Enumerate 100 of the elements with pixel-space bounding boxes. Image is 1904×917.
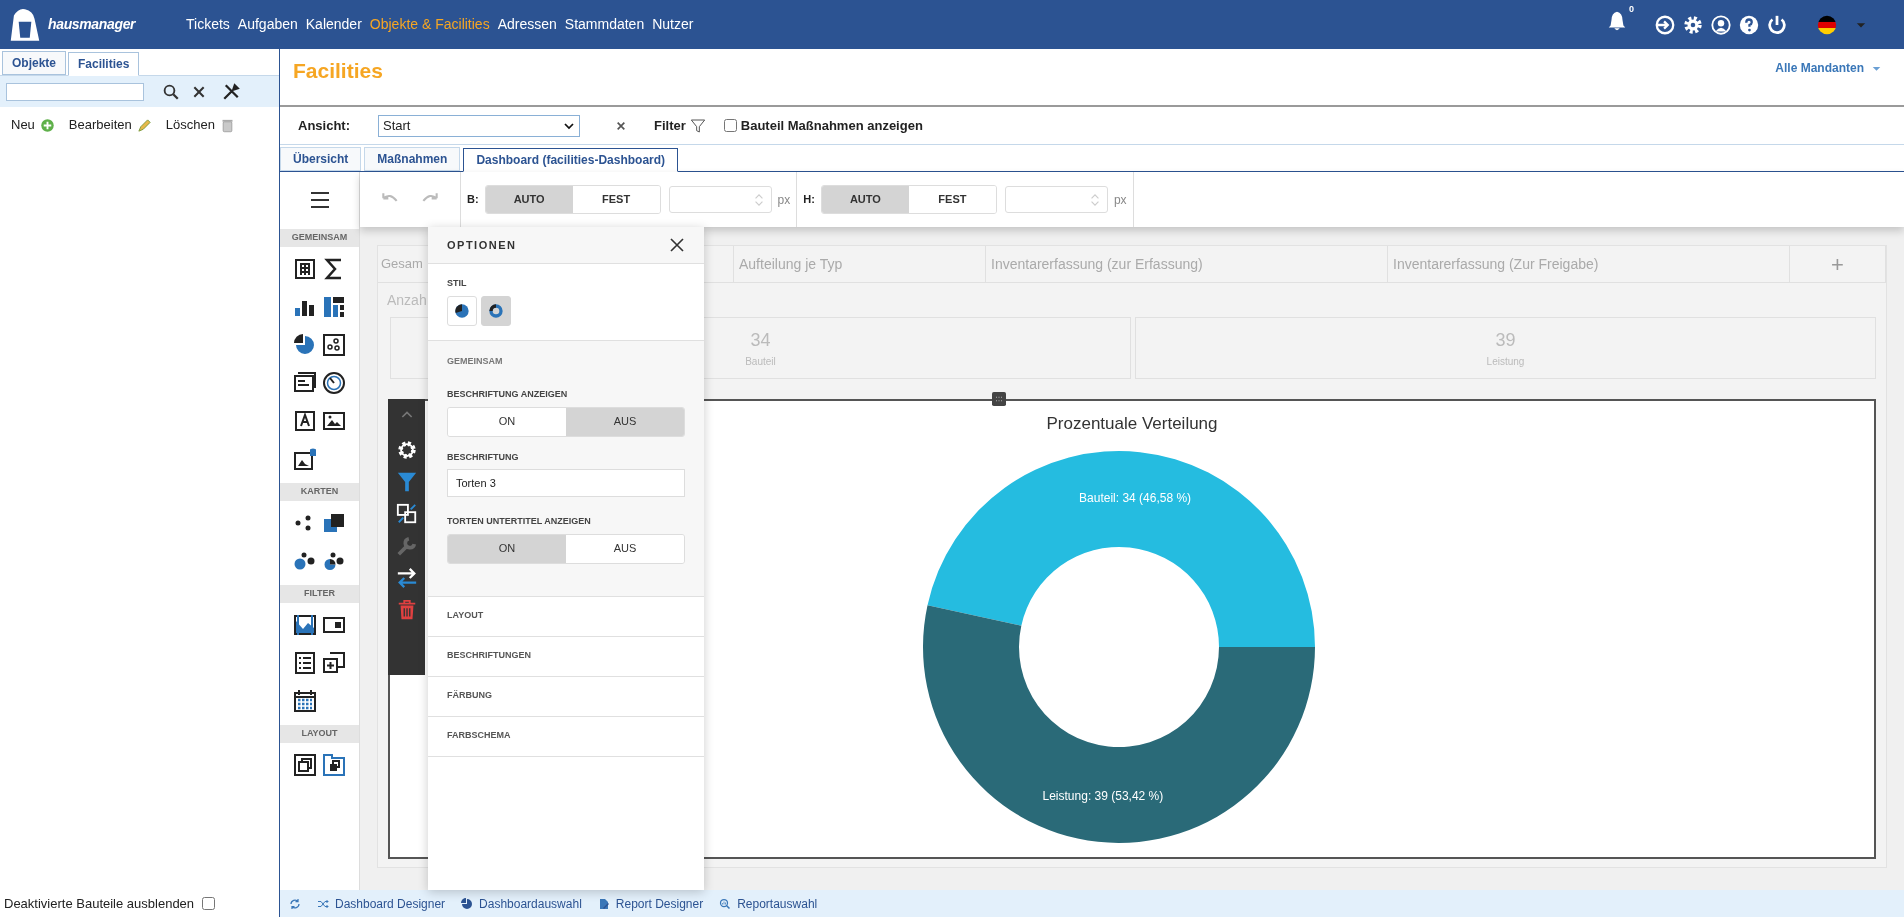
text-box-icon[interactable] [292,409,317,433]
field-label: STIL [447,277,468,290]
size-label: H: [803,192,815,208]
nav-link[interactable]: Stammdaten [564,14,645,35]
content-tab[interactable]: Übersicht [280,147,362,171]
user-icon[interactable] [1710,13,1732,36]
power-icon[interactable] [1766,13,1788,36]
collapsed-section[interactable]: FÄRBUNG [428,676,704,717]
unit-label: px [777,191,791,209]
collapsed-section[interactable]: BESCHRIFTUNGEN [428,636,704,677]
pie-chart-icon [454,302,470,319]
shuffle-icon [317,897,329,910]
pie-chart-icon [461,897,474,910]
chart-title: Prozentuale Verteilung [1046,413,1218,435]
nav-link[interactable]: Aufgaben [237,14,298,35]
stat-label: Bauteil [745,355,776,369]
pie-chart-icon[interactable] [292,333,317,357]
collapsed-section[interactable]: LAYOUT [428,596,704,637]
panel-title: OPTIONEN [447,237,517,253]
close-icon[interactable] [669,237,685,253]
grid-icon[interactable] [292,257,317,281]
content-tab[interactable]: Dashboard (facilities-Dashboard) [463,148,679,172]
windows-icon[interactable] [292,753,317,777]
content-tab[interactable]: Maßnahmen [364,147,461,171]
checkbox[interactable] [723,119,737,132]
palette-section-header: FILTER [280,585,359,603]
action-button[interactable]: Bearbeiten [68,115,152,135]
nav-link[interactable]: Objekte & Facilities [369,14,490,35]
number-field[interactable] [1004,186,1108,213]
field-label: BESCHRIFTUNG [447,450,520,464]
close-icon[interactable] [192,84,206,99]
search-icon[interactable] [162,82,180,101]
plus-window-icon[interactable] [322,651,347,675]
style-button[interactable] [447,295,477,326]
nav-link[interactable]: Kalender [305,14,362,35]
settings-icon[interactable] [1682,13,1704,36]
card-icon[interactable] [292,371,317,395]
funnel-icon[interactable] [689,117,706,134]
close-icon[interactable] [616,120,626,131]
nav-link[interactable]: Adressen [497,14,557,35]
palette-section-header: KARTEN [280,483,359,501]
swap-arrows-icon[interactable] [395,567,418,589]
panel-tab[interactable]: Objekte [2,51,66,75]
field-label: BESCHRIFTUNG ANZEIGEN [447,388,569,401]
style-button[interactable] [481,295,511,326]
nav-link[interactable]: Nutzer [652,14,694,35]
search-chart-icon [719,897,732,910]
segment-button[interactable]: AUTO [821,186,909,213]
segment-button[interactable]: AUTO [485,186,573,213]
settings-icon[interactable] [395,439,418,461]
folder-window-icon[interactable] [322,753,347,777]
search-field[interactable] [6,82,144,101]
refresh-icon[interactable] [289,897,301,910]
footer-link[interactable]: Reportauswahl [719,894,818,913]
mandant-dropdown[interactable]: Alle Mandanten [1775,59,1881,77]
toggle-button[interactable]: ON [448,534,566,563]
convert-icon[interactable] [395,503,418,525]
toggle-button[interactable]: ON [448,407,566,436]
image-icon[interactable] [322,409,347,433]
squares-icon[interactable] [322,511,347,535]
footer-link[interactable]: Report Designer [597,894,704,913]
section-header: GEMEINSAM [447,354,504,368]
image-database-icon[interactable] [292,447,317,471]
filter-label: Filter [654,116,686,135]
panel-tab[interactable]: Facilities [68,52,140,76]
collapsed-section[interactable]: FARBSCHEMA [428,716,704,757]
footer-link[interactable]: Dashboard Designer [317,894,446,913]
germany-flag-icon[interactable] [1816,13,1838,36]
text-field[interactable]: Torten 3 [447,469,685,497]
stat-value: 34 [750,329,771,352]
checkbox[interactable] [202,897,216,910]
view-select[interactable]: Start [378,114,580,137]
login-icon[interactable] [1654,13,1676,36]
gauge-icon[interactable] [322,371,347,395]
treemap-icon[interactable] [322,295,347,319]
nav-link[interactable]: Tickets [186,14,230,35]
range-chart-icon[interactable] [292,613,317,637]
calendar-icon[interactable] [292,689,317,713]
data-label: Bauteil: 34 (46,58 %) [1079,490,1192,505]
palette-section-header: GEMEINSAM [280,229,359,247]
scatter-icon[interactable] [322,333,347,357]
checkbox-label: Deaktivierte Bauteile ausblenden [4,894,195,913]
size-label: B: [467,192,479,208]
donut-icon [488,302,504,319]
footer-link[interactable]: Dashboardauswahl [461,894,582,913]
action-button[interactable]: Neu [11,115,55,135]
notification-count: 0 [1629,3,1634,16]
toggle-button[interactable]: AUS [566,407,684,436]
stat-value: 39 [1495,329,1516,352]
help-icon[interactable] [1738,13,1760,36]
document-edit-icon [597,897,610,910]
action-button[interactable]: Löschen [165,115,235,135]
unit-label: px [1113,191,1127,209]
toggle-button[interactable]: AUS [566,534,684,563]
funnel-icon[interactable] [395,471,418,493]
palette-section-header: LAYOUT [280,725,359,743]
plus-circle-icon [39,117,55,133]
group-label: Anzah [387,290,427,310]
list-icon[interactable] [292,651,317,675]
number-field[interactable] [668,186,772,213]
